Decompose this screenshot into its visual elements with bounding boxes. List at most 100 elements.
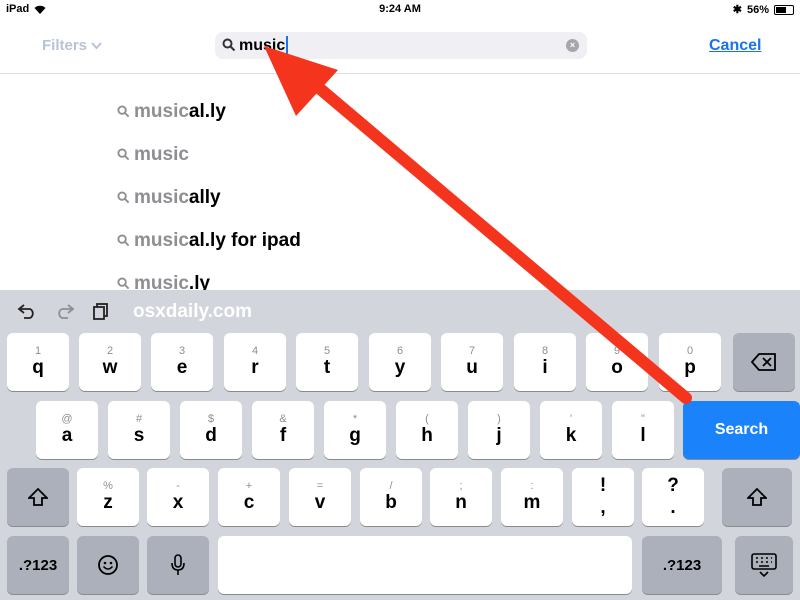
status-bar: iPad 9:24 AM ✱ 56% (0, 0, 800, 18)
clear-search-icon[interactable]: × (566, 39, 579, 52)
key-secondary: + (245, 480, 253, 492)
numbers-key-left[interactable]: .?123 (7, 536, 69, 594)
key-s[interactable]: # s (108, 401, 170, 459)
suggestion-rest: ally (188, 186, 221, 208)
shift-icon (28, 488, 48, 506)
key-a[interactable]: @ a (36, 401, 98, 459)
key-secondary: ( (425, 413, 429, 425)
key-secondary: - (176, 480, 180, 492)
key-primary: w (102, 357, 118, 378)
key-y[interactable]: 6y (369, 333, 431, 391)
key-primary: m (523, 492, 541, 513)
key-primary: s (133, 425, 145, 446)
key-e[interactable]: 3e (151, 333, 213, 391)
key-z[interactable]: % z (77, 468, 139, 526)
bluetooth-icon: ✱ (732, 4, 742, 16)
key-primary: o (611, 357, 623, 378)
key-period[interactable]: ?. (642, 468, 704, 526)
undo-icon[interactable] (12, 298, 42, 324)
key-primary: y (394, 357, 406, 378)
key-l[interactable]: " l (612, 401, 674, 459)
microphone-icon (171, 554, 185, 575)
search-key[interactable]: Search (683, 401, 800, 459)
filters-button[interactable]: Filters (42, 37, 102, 54)
suggestion-rest: al.ly (188, 100, 226, 122)
key-r[interactable]: 4r (224, 333, 286, 391)
suggestion-item[interactable]: music ally (117, 176, 221, 219)
key-primary: r (251, 357, 259, 378)
key-n[interactable]: ; n (430, 468, 492, 526)
key-secondary: * (352, 413, 358, 425)
suggestion-match: music (134, 100, 189, 122)
key-p[interactable]: 0p (659, 333, 721, 391)
search-nav-bar: Filters music × Cancel (0, 18, 800, 74)
search-icon (117, 105, 130, 118)
key-h[interactable]: (h (396, 401, 458, 459)
key-t[interactable]: 5t (296, 333, 358, 391)
key-secondary: = (316, 480, 324, 492)
key-secondary: 8 (541, 345, 549, 357)
cancel-button[interactable]: Cancel (709, 37, 761, 55)
key-primary: u (466, 357, 478, 378)
suggestion-match: music (134, 186, 189, 208)
battery-percent: 56% (746, 3, 769, 16)
key-u[interactable]: 7u (441, 333, 503, 391)
key-secondary: @ (61, 413, 73, 425)
key-primary: j (496, 425, 502, 446)
key-primary: f (279, 425, 287, 446)
key-primary: i (542, 357, 548, 378)
search-input[interactable]: music × (215, 32, 587, 59)
key-g[interactable]: * g (324, 401, 386, 459)
emoji-icon (98, 555, 118, 575)
battery-icon (774, 4, 794, 15)
key-secondary: 6 (396, 345, 404, 357)
emoji-key[interactable] (77, 536, 139, 594)
hide-keyboard-key[interactable] (735, 536, 793, 594)
key-secondary: : (530, 480, 534, 492)
key-d[interactable]: $ d (180, 401, 242, 459)
on-screen-keyboard: osxdaily.com 1q 2w 3e 4r 5t 6y 7u 8i 9o … (0, 290, 800, 600)
key-primary: e (176, 357, 188, 378)
key-f[interactable]: & f (252, 401, 314, 459)
key-secondary: " (641, 413, 645, 425)
numbers-key-label: .?123 (662, 556, 702, 574)
paste-icon[interactable] (86, 298, 116, 324)
key-b[interactable]: / b (360, 468, 422, 526)
redo-icon[interactable] (50, 298, 80, 324)
key-c[interactable]: + c (218, 468, 280, 526)
space-bar[interactable] (218, 536, 632, 594)
key-secondary: 4 (251, 345, 259, 357)
key-w[interactable]: 2w (79, 333, 141, 391)
key-x[interactable]: -x (147, 468, 209, 526)
suggestion-match: music (134, 229, 189, 251)
key-secondary: $ (207, 413, 215, 425)
search-key-label: Search (714, 421, 769, 438)
key-primary: d (205, 425, 217, 446)
suggestion-item[interactable]: music al.ly for ipad (117, 219, 301, 262)
key-primary: t (323, 357, 331, 378)
suggestion-item[interactable]: music (117, 133, 189, 176)
key-comma[interactable]: !, (572, 468, 634, 526)
shift-key-right[interactable] (722, 468, 792, 526)
key-k[interactable]: ' k (540, 401, 602, 459)
numbers-key-label: .?123 (18, 556, 58, 574)
key-primary: h (421, 425, 433, 446)
key-o[interactable]: 9o (586, 333, 648, 391)
shift-key-left[interactable] (7, 468, 69, 526)
key-primary: g (349, 425, 361, 446)
key-v[interactable]: = v (289, 468, 351, 526)
key-primary: n (455, 492, 467, 513)
key-i[interactable]: 8i (514, 333, 576, 391)
numbers-key-right[interactable]: .?123 (642, 536, 722, 594)
key-secondary: % (103, 480, 113, 492)
suggestion-item[interactable]: music al.ly (117, 90, 226, 133)
dictation-key[interactable] (147, 536, 209, 594)
key-j[interactable]: ) j (468, 401, 530, 459)
key-secondary: # (135, 413, 143, 425)
delete-key[interactable] (733, 333, 795, 391)
key-m[interactable]: :m (501, 468, 563, 526)
filters-label: Filters (42, 37, 88, 54)
key-q[interactable]: 1q (7, 333, 69, 391)
key-secondary: 5 (323, 345, 331, 357)
key-primary: a (61, 425, 73, 446)
